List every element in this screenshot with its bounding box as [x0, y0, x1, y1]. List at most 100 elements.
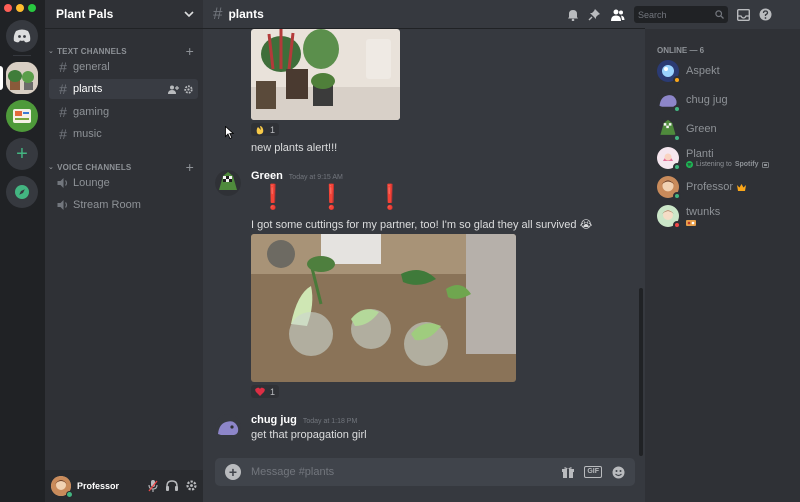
channel-label: Lounge [73, 177, 110, 189]
avatar-green[interactable] [215, 170, 241, 196]
reaction-heart[interactable]: 1 [251, 385, 280, 398]
server-second[interactable] [6, 100, 38, 132]
status-dnd-dot [673, 221, 681, 229]
member-aspekt[interactable]: Aspekt [657, 59, 797, 84]
invite-user-icon[interactable] [168, 85, 179, 94]
message-timestamp: Today at 9:15 AM [288, 174, 343, 181]
member-list-icon[interactable] [610, 9, 625, 21]
explore-servers-button[interactable] [6, 176, 38, 208]
channel-sidebar: Plant Pals ⌄ TEXT CHANNELS + # general # … [45, 0, 203, 502]
channel-label: gaming [73, 106, 110, 118]
member-planti[interactable]: Planti Listening to Spotify [657, 146, 797, 171]
gear-icon[interactable] [184, 84, 193, 94]
avatar [657, 60, 681, 84]
member-list: ONLINE — 6 Aspekt chug jug Green Planti [645, 29, 800, 502]
clapping-hands-icon [256, 125, 264, 134]
text-channels-category[interactable]: ⌄ TEXT CHANNELS + [48, 44, 194, 58]
member-chug-jug[interactable]: chug jug [657, 88, 797, 113]
selected-server-indicator [0, 66, 3, 90]
category-label: VOICE CHANNELS [57, 162, 132, 172]
help-icon[interactable] [759, 8, 772, 21]
upload-button[interactable]: + [225, 464, 241, 480]
custom-status-emoji-icon [686, 220, 696, 226]
member-name: Aspekt [686, 65, 720, 77]
avatar [657, 176, 681, 200]
channel-title: plants [228, 7, 264, 21]
voice-channel-stream-room[interactable]: Stream Room [49, 195, 198, 215]
guild-header[interactable]: Plant Pals [45, 0, 203, 29]
bell-icon[interactable] [567, 8, 579, 21]
voice-channel-lounge[interactable]: Lounge [49, 173, 198, 193]
channel-label: plants [73, 83, 103, 95]
search-placeholder: Search [638, 9, 667, 20]
gif-picker-button[interactable]: GIF [584, 466, 602, 478]
channel-label: general [73, 61, 110, 73]
status-idle-dot [673, 76, 681, 84]
create-voice-channel-icon[interactable]: + [186, 160, 194, 174]
member-twunks[interactable]: twunks [657, 204, 797, 229]
member-name: Planti [686, 148, 714, 160]
channel-plants[interactable]: # plants [49, 79, 198, 99]
channel-gaming[interactable]: # gaming [49, 102, 198, 122]
category-label: TEXT CHANNELS [57, 46, 127, 56]
channel-label: music [73, 128, 102, 140]
chat-scrollbar[interactable] [639, 288, 643, 456]
chevron-down-icon [184, 11, 194, 17]
server-plant-pals[interactable] [6, 62, 38, 94]
member-activity: Listening to Spotify [686, 161, 769, 168]
status-online-dot [673, 163, 681, 171]
voice-channels-category[interactable]: ⌄ VOICE CHANNELS + [48, 160, 194, 174]
microphone-muted-icon[interactable] [148, 480, 158, 492]
message-author[interactable]: Green [251, 170, 283, 182]
create-text-channel-icon[interactable]: + [186, 44, 194, 58]
user-avatar[interactable] [51, 476, 73, 498]
member-professor[interactable]: Professor [657, 175, 797, 200]
heart-icon [255, 387, 265, 396]
member-name: Professor [686, 181, 734, 193]
avatar [657, 205, 681, 229]
channel-music[interactable]: # music [49, 124, 198, 144]
compass-icon [15, 185, 29, 199]
minimize-window-button[interactable] [16, 4, 24, 12]
reaction-clap[interactable]: 1 [251, 123, 280, 136]
channel-label: Stream Room [73, 199, 141, 211]
member-green[interactable]: Green [657, 117, 797, 142]
activity-name: Spotify [734, 161, 759, 168]
plant-pals-server-icon [6, 62, 38, 94]
cuttings-photo-attachment[interactable] [251, 234, 516, 382]
maximize-window-button[interactable] [28, 4, 36, 12]
message-input[interactable] [251, 466, 563, 478]
plant-photo-attachment[interactable] [251, 29, 400, 120]
server-rail: + [0, 0, 45, 502]
gift-icon[interactable] [562, 466, 575, 478]
spotify-icon [686, 161, 693, 168]
home-button[interactable] [6, 20, 38, 52]
cuttings-photo [251, 234, 516, 382]
message-author[interactable]: chug jug [251, 414, 297, 426]
avatar-image [215, 170, 241, 196]
channel-general[interactable]: # general [49, 57, 198, 77]
rail-separator [13, 55, 31, 56]
hash-icon: # [59, 126, 67, 142]
emoji-picker-icon[interactable] [612, 466, 625, 479]
pin-icon[interactable] [588, 8, 601, 21]
status-online-dot [673, 192, 681, 200]
crown-icon [737, 183, 747, 191]
close-window-button[interactable] [4, 4, 12, 12]
message-text: I got some cuttings for my partner, too!… [251, 219, 593, 231]
avatar-chug-jug[interactable] [215, 414, 241, 440]
member-name: Green [686, 123, 717, 135]
reaction-count: 1 [270, 124, 276, 135]
search-input[interactable]: Search [634, 6, 728, 23]
status-online-dot [673, 105, 681, 113]
message-timestamp: Today at 1:18 PM [302, 418, 358, 425]
message-composer: + GIF [215, 458, 635, 486]
inbox-icon[interactable] [737, 8, 750, 21]
headphones-icon[interactable] [166, 480, 178, 491]
message-header: chug jug Today at 1:18 PM [251, 414, 357, 426]
member-name-row: Professor [686, 181, 747, 193]
speaker-icon [57, 178, 68, 188]
add-server-button[interactable]: + [6, 138, 38, 170]
message-exclamation-line: ❗ ❗ ❗ [258, 184, 416, 211]
user-settings-gear-icon[interactable] [186, 480, 197, 491]
